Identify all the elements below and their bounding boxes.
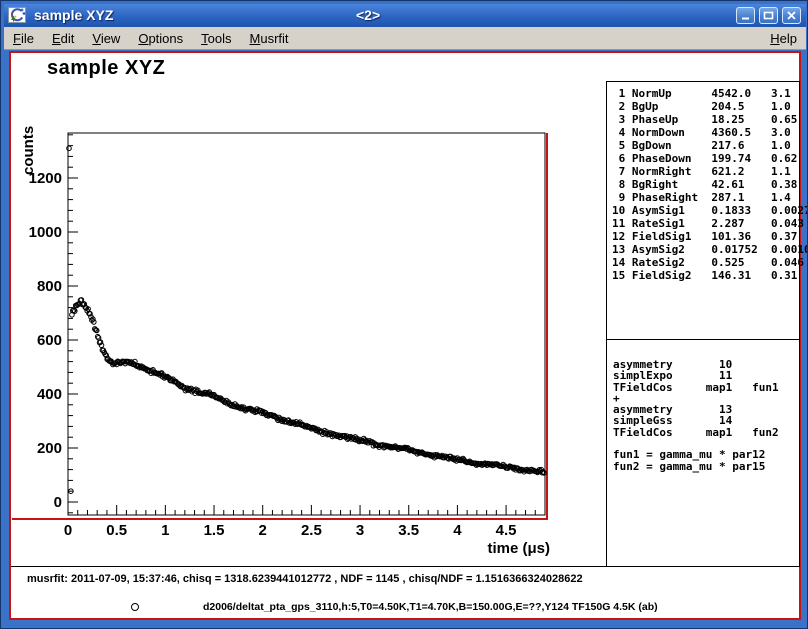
parameter-row: 12 FieldSig1 101.36 0.37 [612,230,799,243]
menu-tools[interactable]: Tools [192,28,240,49]
parameter-row: 2 BgUp 204.5 1.0 [612,100,799,113]
svg-text:600: 600 [37,332,62,349]
svg-text:4.5: 4.5 [496,522,517,539]
legend-label: d2006/deltat_pta_gps_3110,h:5,T0=4.50K,T… [203,601,658,613]
svg-text:0: 0 [64,522,72,539]
root-canvas[interactable]: 00.511.522.533.544.502004006008001000120… [9,51,801,620]
theory-text: asymmetry 10 simplExpo 11 TFieldCos map1… [607,340,799,472]
close-button[interactable] [782,7,801,24]
legend-row: d2006/deltat_pta_gps_3110,h:5,T0=4.50K,T… [11,601,799,617]
parameter-row: 3 PhaseUp 18.25 0.65 [612,113,799,126]
svg-text:200: 200 [37,440,62,457]
parameter-row: 7 NormRight 621.2 1.1 [612,165,799,178]
fit-info-text: musrfit: 2011-07-09, 15:37:46, chisq = 1… [27,573,787,585]
root-logo-icon [8,7,26,23]
parameter-row: 11 RateSig1 2.287 0.043 [612,217,799,230]
menu-options[interactable]: Options [129,28,192,49]
info-divider [11,566,799,567]
menu-musrfit[interactable]: Musrfit [241,28,298,49]
parameter-row: 1 NormUp 4542.0 3.1 [612,87,799,100]
workspace-indicator: <2> [356,7,380,23]
svg-text:4: 4 [453,522,462,539]
parameter-row: 6 PhaseDown 199.74 0.62 [612,152,799,165]
theory-box[interactable]: asymmetry 10 simplExpo 11 TFieldCos map1… [606,340,800,567]
minimize-button[interactable] [736,7,755,24]
maximize-button[interactable] [759,7,778,24]
parameter-row: 5 BgDown 217.6 1.0 [612,139,799,152]
svg-text:2.5: 2.5 [301,522,322,539]
plot-title: sample XYZ [47,57,165,80]
svg-text:3.5: 3.5 [398,522,419,539]
svg-text:0: 0 [54,494,62,511]
parameter-row: 4 NormDown 4360.5 3.0 [612,126,799,139]
parameter-row: 10 AsymSig1 0.1833 0.0027 [612,204,799,217]
app-window: sample XYZ <2> FileEditViewOptionsToolsM… [0,0,808,629]
svg-text:time (μs): time (μs) [487,540,550,557]
window-controls [736,7,801,24]
menu-edit[interactable]: Edit [43,28,83,49]
legend-marker-circle [131,603,139,611]
parameter-row: 14 RateSig2 0.525 0.046 [612,256,799,269]
menu-items: FileEditViewOptionsToolsMusrfit [4,31,298,46]
svg-text:1000: 1000 [29,224,62,241]
svg-text:400: 400 [37,386,62,403]
parameter-box[interactable]: 1 NormUp 4542.0 3.1 2 BgUp 204.5 1.0 3 P… [606,81,800,340]
svg-text:800: 800 [37,278,62,295]
svg-text:0.5: 0.5 [106,522,127,539]
menu-file[interactable]: File [4,28,43,49]
menu-help[interactable]: Help [761,28,806,49]
svg-text:counts: counts [20,126,37,175]
menu-view[interactable]: View [83,28,129,49]
menubar: FileEditViewOptionsToolsMusrfit Help [4,27,806,50]
parameter-row: 9 PhaseRight 287.1 1.4 [612,191,799,204]
svg-text:2: 2 [259,522,267,539]
parameter-row: 8 BgRight 42.61 0.38 [612,178,799,191]
titlebar[interactable]: sample XYZ <2> [4,4,806,27]
parameter-row: 15 FieldSig2 146.31 0.31 [612,269,799,282]
svg-text:1: 1 [161,522,169,539]
svg-text:1.5: 1.5 [204,522,225,539]
parameter-row: 13 AsymSig2 0.01752 0.00101 [612,243,799,256]
window-title: sample XYZ [34,7,113,23]
svg-text:3: 3 [356,522,364,539]
